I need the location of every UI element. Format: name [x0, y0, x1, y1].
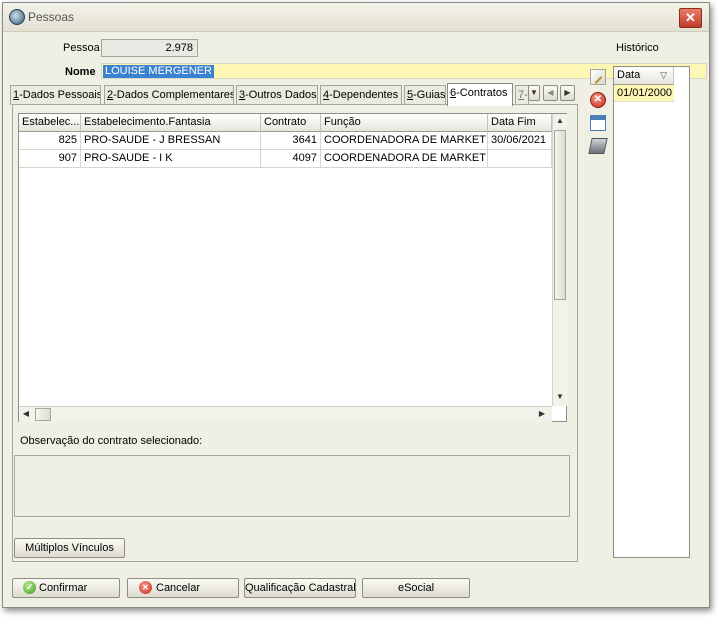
- tab-label: -Dados Complementares: [113, 89, 234, 101]
- confirmar-label: Confirmar: [39, 582, 88, 594]
- tab-label: -Contratos: [456, 87, 508, 99]
- tab-outros-dados[interactable]: 3-Outros Dados: [236, 85, 318, 105]
- cell-contrato: 3641: [261, 132, 321, 150]
- pessoas-window: Pessoas ✕ Pessoa 2.978 Nome LOUISE MERGE…: [2, 2, 710, 608]
- horizontal-scroll-thumb[interactable]: [35, 408, 51, 421]
- scroll-up-arrow[interactable]: ▲: [553, 114, 567, 128]
- window-title: Pessoas: [28, 10, 75, 24]
- cancelar-button[interactable]: ✕ Cancelar: [127, 578, 239, 598]
- tab-dados-complementares[interactable]: 2-Dados Complementares: [104, 85, 234, 105]
- tab-label: -Dados Pessoais: [19, 89, 101, 101]
- delete-icon[interactable]: ✕: [590, 92, 606, 108]
- observacao-field[interactable]: [14, 455, 570, 517]
- tab-scroll-right-button[interactable]: ▶: [560, 85, 575, 101]
- nome-field-value: LOUISE MERGENER: [103, 65, 214, 78]
- table-row[interactable]: 907 PRO-SAUDE - I K 4097 COORDENADORA DE…: [19, 150, 552, 168]
- tab-dropdown-button[interactable]: ▼: [528, 85, 540, 101]
- pessoa-field: 2.978: [101, 39, 198, 57]
- pessoa-label: Pessoa: [63, 42, 100, 54]
- table-row[interactable]: 825 PRO-SAUDE - J BRESSAN 3641 COORDENAD…: [19, 132, 552, 150]
- column-contrato[interactable]: Contrato: [261, 114, 321, 132]
- tab-label: -Dependentes: [329, 89, 399, 101]
- cell-contrato: 4097: [261, 150, 321, 168]
- tab-dependentes[interactable]: 4-Dependentes: [320, 85, 402, 105]
- esocial-button[interactable]: eSocial: [362, 578, 470, 598]
- nome-label: Nome: [65, 66, 96, 78]
- column-data-fim[interactable]: Data Fim: [488, 114, 552, 132]
- cell-estabelecimento: 825: [19, 132, 81, 150]
- grid-vertical-scrollbar[interactable]: ▲ ▼: [552, 114, 567, 406]
- historico-column-label: Data: [617, 69, 641, 81]
- sort-icon: ▽: [660, 70, 667, 80]
- app-icon: [9, 9, 25, 25]
- cell-data-fim: 30/06/2021: [488, 132, 552, 150]
- column-estabelecimento[interactable]: Estabelec...: [19, 114, 81, 132]
- column-funcao[interactable]: Função: [321, 114, 488, 132]
- print-icon[interactable]: [588, 138, 608, 154]
- historico-header-data[interactable]: Data ▽: [614, 67, 674, 85]
- cell-fantasia: PRO-SAUDE - I K: [81, 150, 261, 168]
- cell-funcao: COORDENADORA DE MARKETING: [321, 150, 488, 168]
- cell-funcao: COORDENADORA DE MARKETING: [321, 132, 488, 150]
- cell-estabelecimento: 907: [19, 150, 81, 168]
- cell-fantasia: PRO-SAUDE - J BRESSAN: [81, 132, 261, 150]
- historico-list[interactable]: Data ▽ 01/01/2000: [613, 66, 690, 558]
- cancelar-label: Cancelar: [156, 582, 201, 594]
- historico-row[interactable]: 01/01/2000: [614, 85, 674, 102]
- close-button[interactable]: ✕: [679, 8, 702, 28]
- column-fantasia[interactable]: Estabelecimento.Fantasia: [81, 114, 261, 132]
- cancel-icon: ✕: [139, 581, 152, 594]
- historico-title: Histórico: [616, 42, 659, 54]
- tab-label: -Outros Dados: [245, 89, 317, 101]
- contratos-grid[interactable]: Estabelec... Estabelecimento.Fantasia Co…: [18, 113, 567, 422]
- tab-scroll-left-button[interactable]: ◀: [543, 85, 558, 101]
- vertical-scroll-thumb[interactable]: [554, 130, 566, 300]
- confirmar-button[interactable]: ✓ Confirmar: [12, 578, 120, 598]
- historico-row-date: 01/01/2000: [617, 87, 673, 99]
- edit-icon[interactable]: [590, 69, 606, 85]
- grid-horizontal-scrollbar[interactable]: ◀ ▶: [19, 406, 552, 422]
- tab-label: -Guias: [413, 89, 446, 101]
- cell-data-fim: [488, 150, 552, 168]
- tab-dados-pessoais[interactable]: 1-Dados Pessoais: [10, 85, 101, 105]
- tab-7[interactable]: 7-: [515, 85, 529, 105]
- window-icon[interactable]: [590, 115, 606, 131]
- scroll-right-arrow[interactable]: ▶: [535, 407, 549, 421]
- tab-contratos[interactable]: 6-Contratos: [447, 83, 513, 106]
- check-icon: ✓: [23, 581, 36, 594]
- multiplos-vinculos-button[interactable]: Múltiplos Vínculos: [14, 538, 125, 558]
- title-bar: Pessoas ✕: [3, 3, 709, 32]
- tab-guias[interactable]: 5-Guias: [404, 85, 446, 105]
- scroll-down-arrow[interactable]: ▼: [553, 390, 567, 404]
- qualificacao-cadastral-button[interactable]: Qualificação Cadastral: [244, 578, 356, 598]
- scroll-left-arrow[interactable]: ◀: [19, 407, 33, 421]
- observacao-label: Observação do contrato selecionado:: [20, 435, 203, 447]
